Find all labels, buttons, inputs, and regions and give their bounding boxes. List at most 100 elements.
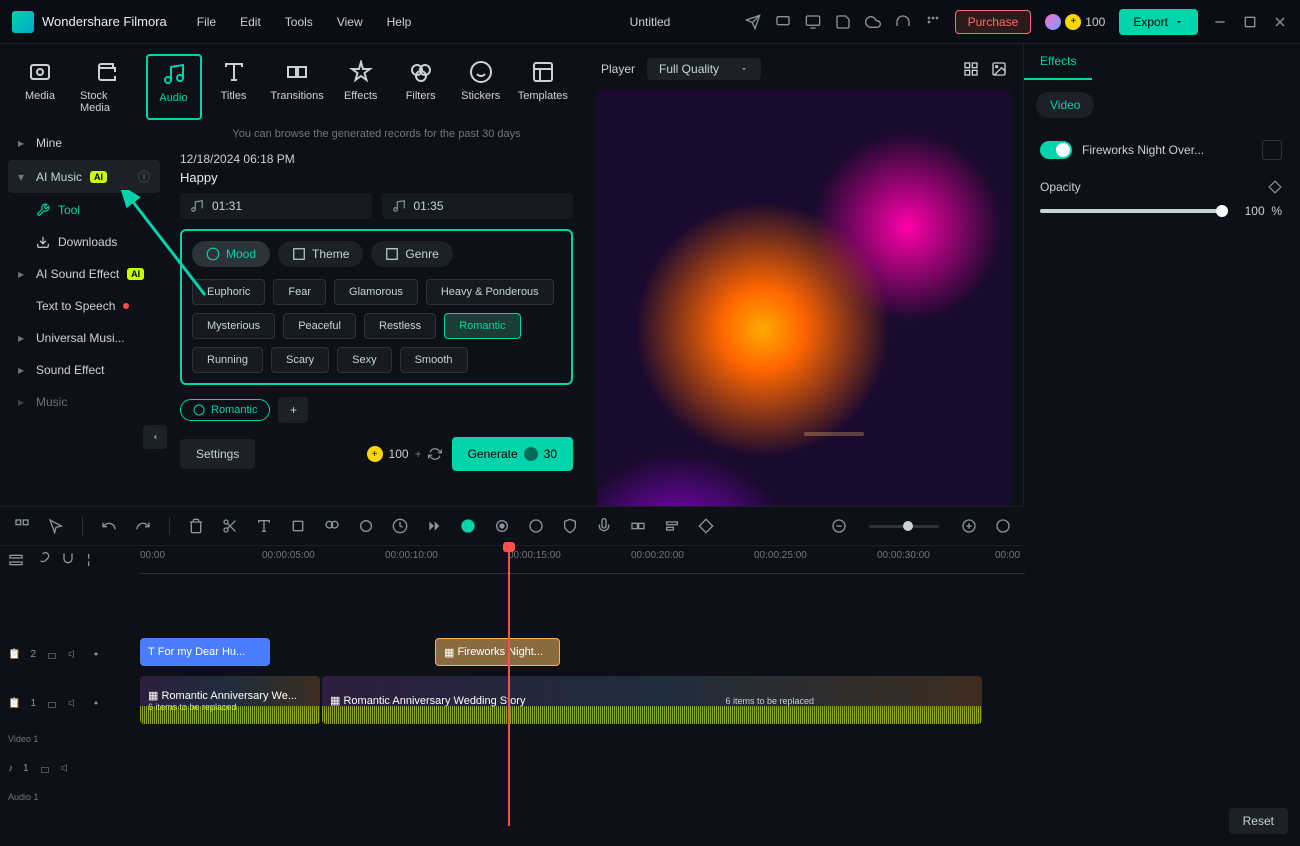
redo-icon[interactable] [135,518,151,534]
tab-transitions[interactable]: Transitions [266,54,329,120]
zoom-slider[interactable] [869,525,939,528]
image-icon[interactable] [991,61,1007,77]
tab-media[interactable]: Media [12,54,68,120]
eye-icon[interactable] [90,648,102,660]
face-icon[interactable] [460,518,476,534]
sidebar-item-mine[interactable]: ▸Mine [8,128,160,158]
tab-templates[interactable]: Templates [513,54,573,120]
sidebar-item-music[interactable]: ▸Music [8,387,160,417]
chip-restless[interactable]: Restless [364,313,436,339]
title-clip[interactable]: T For my Dear Hu... [140,638,270,666]
track-1[interactable]: 01:31 [180,193,372,219]
chip-fear[interactable]: Fear [273,279,326,305]
adjust-icon[interactable] [86,552,102,568]
marker-icon[interactable] [528,518,544,534]
save-icon[interactable] [835,14,851,30]
export-button[interactable]: Export [1119,9,1198,35]
grid-view-icon[interactable] [963,61,979,77]
sidebar-item-text-to-speech[interactable]: Text to Speech [8,291,160,321]
menu-help[interactable]: Help [387,15,412,29]
chip-smooth[interactable]: Smooth [400,347,468,373]
record-icon[interactable] [494,518,510,534]
add-mood-button[interactable]: + [278,397,308,423]
ai-icon[interactable] [358,518,374,534]
monitor-icon[interactable] [805,14,821,30]
quality-selector[interactable]: Full Quality [647,58,761,80]
tab-stickers[interactable]: Stickers [453,54,509,120]
chip-heavy[interactable]: Heavy & Ponderous [426,279,554,305]
playhead[interactable] [508,546,510,826]
lock-icon[interactable] [46,697,58,709]
selected-chip-romantic[interactable]: Romantic [180,399,270,421]
mood-tab-genre[interactable]: Genre [371,241,452,267]
sidebar-item-sound-effect[interactable]: ▸Sound Effect [8,355,160,385]
tab-audio[interactable]: Audio [146,54,202,120]
minimize-icon[interactable] [1212,14,1228,30]
color-icon[interactable] [324,518,340,534]
headphones-icon[interactable] [895,14,911,30]
video-clip-2[interactable]: ▦ Romantic Anniversary Wedding Story6 it… [322,676,982,724]
chip-peaceful[interactable]: Peaceful [283,313,356,339]
apps-icon[interactable] [925,14,941,30]
menu-file[interactable]: File [197,15,216,29]
tab-stock-media[interactable]: Stock Media [72,54,142,120]
chip-scary[interactable]: Scary [271,347,329,373]
mute-icon[interactable] [61,762,73,774]
sidebar-item-universal-music[interactable]: ▸Universal Musi... [8,323,160,353]
magnet-icon[interactable] [60,552,76,568]
cursor-icon[interactable] [48,518,64,534]
link-icon[interactable] [34,552,50,568]
eye-icon[interactable] [90,697,102,709]
text-icon[interactable] [256,518,272,534]
chip-euphoric[interactable]: Euphoric [192,279,265,305]
timeline-ruler[interactable]: 00:00 00:00:05:00 00:00:10:00 00:00:15:0… [140,546,1025,574]
close-icon[interactable] [1272,14,1288,30]
shield-icon[interactable] [562,518,578,534]
mood-tab-mood[interactable]: Mood [192,241,270,267]
speed-icon[interactable] [392,518,408,534]
lock-icon[interactable] [39,762,51,774]
reset-button[interactable]: Reset [1229,808,1288,834]
collapse-sidebar-button[interactable] [143,425,167,449]
refresh-icon[interactable] [428,447,442,461]
tab-filters[interactable]: Filters [393,54,449,120]
keyframe-tl-icon[interactable] [698,518,714,534]
menu-tools[interactable]: Tools [285,15,313,29]
chip-sexy[interactable]: Sexy [337,347,391,373]
crop-icon[interactable] [290,518,306,534]
layout-icon[interactable] [14,518,30,534]
send-icon[interactable] [745,14,761,30]
cloud-icon[interactable] [865,14,881,30]
sidebar-item-downloads[interactable]: Downloads [8,227,160,257]
zoom-out-icon[interactable] [831,518,847,534]
align-icon[interactable] [664,518,680,534]
opacity-slider[interactable] [1040,209,1222,213]
sidebar-item-tool[interactable]: Tool [8,195,160,225]
more-icon[interactable] [426,518,442,534]
sidebar-item-ai-sound-effect[interactable]: ▸AI Sound EffectAI [8,259,160,289]
overlay-clip[interactable]: ▦ Fireworks Night... [435,638,560,666]
tab-titles[interactable]: Titles [206,54,262,120]
settings-button[interactable]: Settings [180,439,255,469]
zoom-fit-icon[interactable] [995,518,1011,534]
zoom-in-icon[interactable] [961,518,977,534]
cut-icon[interactable] [222,518,238,534]
chip-running[interactable]: Running [192,347,263,373]
effect-expand-button[interactable] [1262,140,1282,160]
keyframe-icon[interactable] [1268,180,1282,194]
chip-romantic[interactable]: Romantic [444,313,520,339]
menu-edit[interactable]: Edit [240,15,261,29]
effects-tab[interactable]: Effects [1024,44,1092,80]
track-2[interactable]: 01:35 [382,193,574,219]
tab-effects[interactable]: Effects [333,54,389,120]
effect-toggle[interactable] [1040,141,1072,159]
menu-view[interactable]: View [337,15,363,29]
sidebar-item-ai-music[interactable]: ▾AI MusicAIⓘ [8,160,160,193]
undo-icon[interactable] [101,518,117,534]
group-icon[interactable] [630,518,646,534]
chip-glamorous[interactable]: Glamorous [334,279,418,305]
mute-icon[interactable] [68,697,80,709]
video-pill[interactable]: Video [1036,92,1094,118]
mute-icon[interactable] [68,648,80,660]
track-view-icon[interactable] [8,552,24,568]
